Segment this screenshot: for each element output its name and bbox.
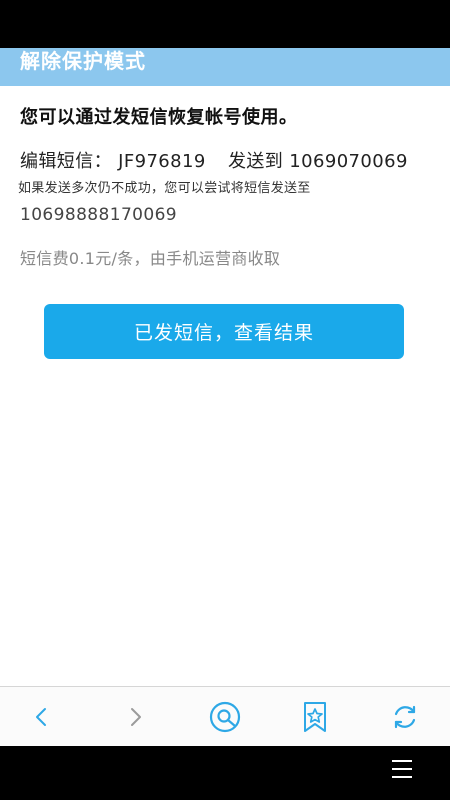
fallback-text: 如果发送多次仍不成功，您可以尝试将短信发送至	[18, 181, 311, 196]
home-button[interactable]	[203, 695, 247, 739]
browser-toolbar	[0, 686, 450, 747]
system-nav-area	[0, 746, 450, 800]
send-to-text: 发送到	[227, 151, 284, 172]
page-title: 解除保护模式	[20, 49, 146, 73]
page-header: 解除保护模式	[0, 48, 450, 86]
fee-text: 短信费0.1元/条，由手机运营商收取	[20, 249, 281, 268]
intro-text: 您可以通过发短信恢复帐号使用。	[20, 107, 298, 128]
screen: 解除保护模式 您可以通过发短信恢复帐号使用。 编辑短信： JF976819 发送…	[0, 0, 450, 800]
chevron-left-icon	[36, 708, 46, 726]
primary-number: 1069070069	[289, 151, 408, 172]
bookmark-star-icon	[304, 702, 326, 732]
forward-button[interactable]	[113, 695, 157, 739]
sms-code: JF976819	[118, 151, 206, 172]
menu-icon[interactable]	[392, 760, 412, 784]
refresh-button[interactable]	[383, 695, 427, 739]
status-bar	[0, 0, 450, 48]
view-result-button[interactable]: 已发短信，查看结果	[44, 304, 404, 359]
sms-instruction-row: 编辑短信： JF976819 发送到 1069070069	[20, 150, 408, 174]
chevron-right-icon	[131, 708, 141, 726]
sms-label: 编辑短信：	[20, 151, 112, 172]
back-button[interactable]	[20, 695, 64, 739]
search-home-icon	[209, 701, 241, 733]
fallback-number: 10698888170069	[20, 205, 178, 225]
refresh-icon	[394, 705, 416, 729]
bookmark-button[interactable]	[293, 695, 337, 739]
main-content: 您可以通过发短信恢复帐号使用。 编辑短信： JF976819 发送到 10690…	[0, 86, 450, 686]
